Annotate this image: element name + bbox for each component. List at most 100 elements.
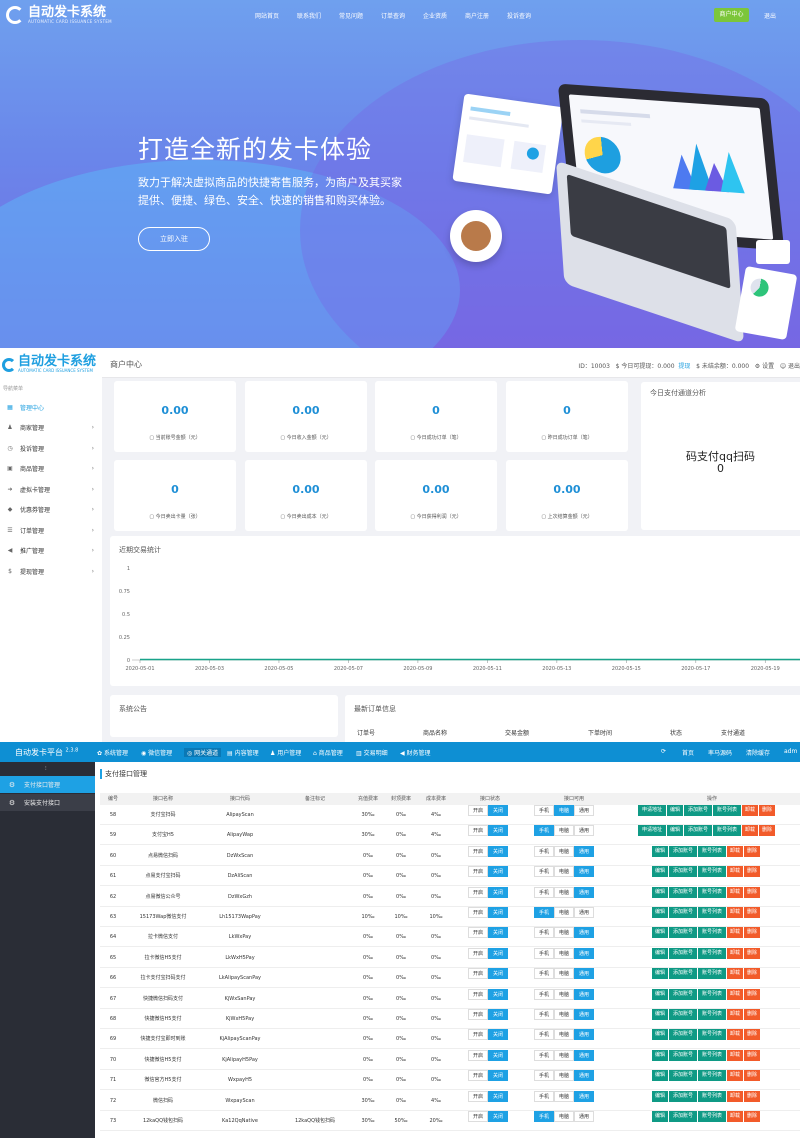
top-menu-item[interactable]: ⌂ 商品管理 <box>313 748 343 757</box>
nav-link[interactable]: 网站首页 <box>246 11 288 20</box>
uninstall-button[interactable]: 卸载 <box>742 805 758 816</box>
enable-button[interactable]: 开启 <box>468 845 488 857</box>
top-menu-item[interactable]: ◀ 财务管理 <box>400 748 431 757</box>
disable-button[interactable]: 关闭 <box>488 968 508 980</box>
account-list-button[interactable]: 账号列表 <box>698 927 726 939</box>
top-menu-item[interactable]: ◎ 网关通道 <box>184 748 222 757</box>
enable-button[interactable]: 开启 <box>468 1070 488 1082</box>
mobile-button[interactable]: 手机 <box>534 907 554 918</box>
add-account-button[interactable]: 添加账号 <box>669 927 697 939</box>
add-account-button[interactable]: 添加账号 <box>669 907 697 918</box>
topbar-link[interactable]: 清除缓存 <box>746 748 770 757</box>
exit-link[interactable]: ☺ 退出 <box>780 363 800 370</box>
disable-button[interactable]: 关闭 <box>488 907 508 918</box>
enable-button[interactable]: 开启 <box>468 866 488 878</box>
enable-button[interactable]: 开启 <box>468 1090 488 1102</box>
universal-button[interactable]: 通用 <box>574 1070 594 1082</box>
edit-button[interactable]: 编辑 <box>652 845 668 857</box>
pc-button[interactable]: 电脑 <box>554 1090 574 1102</box>
add-account-button[interactable]: 添加账号 <box>684 825 712 837</box>
uninstall-button[interactable]: 卸载 <box>727 1070 743 1082</box>
pc-button[interactable]: 电脑 <box>554 947 574 959</box>
add-account-button[interactable]: 添加账号 <box>669 866 697 878</box>
edit-button[interactable]: 编辑 <box>652 1111 668 1122</box>
delete-button[interactable]: 删除 <box>744 907 760 918</box>
delete-button[interactable]: 删除 <box>744 1111 760 1122</box>
add-account-button[interactable]: 添加账号 <box>669 1049 697 1061</box>
uninstall-button[interactable]: 卸载 <box>727 1090 743 1102</box>
uninstall-button[interactable]: 卸载 <box>727 1009 743 1020</box>
mobile-button[interactable]: 手机 <box>534 1111 554 1122</box>
delete-button[interactable]: 删除 <box>744 988 760 1000</box>
mobile-button[interactable]: 手机 <box>534 988 554 1000</box>
uninstall-button[interactable]: 卸载 <box>727 968 743 980</box>
nav-link[interactable]: 订单查询 <box>372 11 414 20</box>
pc-button[interactable]: 电脑 <box>554 968 574 980</box>
disable-button[interactable]: 关闭 <box>488 947 508 959</box>
edit-button[interactable]: 编辑 <box>667 805 683 816</box>
edit-button[interactable]: 编辑 <box>652 927 668 939</box>
delete-button[interactable]: 删除 <box>744 1090 760 1102</box>
top-menu-item[interactable]: ◉ 微信管理 <box>141 748 172 757</box>
sidebar-item[interactable]: ◆ 优惠券管理 › <box>0 500 102 520</box>
disable-button[interactable]: 关闭 <box>488 1111 508 1122</box>
disable-button[interactable]: 关闭 <box>488 1049 508 1061</box>
apply-address-button[interactable]: 申请地址 <box>638 805 666 816</box>
top-menu-item[interactable]: ✿ 系统管理 <box>97 748 128 757</box>
edit-button[interactable]: 编辑 <box>652 886 668 898</box>
sidebar-item[interactable]: ◷ 投诉管理 › <box>0 438 102 458</box>
account-list-button[interactable]: 账号列表 <box>713 825 741 837</box>
universal-button[interactable]: 通用 <box>574 907 594 918</box>
mobile-button[interactable]: 手机 <box>534 947 554 959</box>
disable-button[interactable]: 关闭 <box>488 866 508 878</box>
merchant-center-button[interactable]: 商户中心 <box>714 8 749 22</box>
edit-button[interactable]: 编辑 <box>652 988 668 1000</box>
uninstall-button[interactable]: 卸载 <box>742 825 758 837</box>
top-menu-item[interactable]: ▤ 内容管理 <box>227 748 259 757</box>
account-list-button[interactable]: 账号列表 <box>713 805 741 816</box>
enable-button[interactable]: 开启 <box>468 1111 488 1122</box>
universal-button[interactable]: 通用 <box>574 1090 594 1102</box>
edit-button[interactable]: 编辑 <box>652 1070 668 1082</box>
add-account-button[interactable]: 添加账号 <box>669 947 697 959</box>
mobile-button[interactable]: 手机 <box>534 1029 554 1041</box>
pc-button[interactable]: 电脑 <box>554 886 574 898</box>
join-button[interactable]: 立即入驻 <box>138 227 210 251</box>
delete-button[interactable]: 删除 <box>759 805 775 816</box>
uninstall-button[interactable]: 卸载 <box>727 1029 743 1041</box>
admin-sidebar-item[interactable]: ⚙ 支付接口管理 <box>0 776 95 793</box>
delete-button[interactable]: 删除 <box>744 927 760 939</box>
delete-button[interactable]: 删除 <box>744 1070 760 1082</box>
universal-button[interactable]: 通用 <box>574 845 594 857</box>
add-account-button[interactable]: 添加账号 <box>669 1070 697 1082</box>
top-menu-item[interactable]: ♟ 用户管理 <box>270 748 301 757</box>
pc-button[interactable]: 电脑 <box>554 866 574 878</box>
sidebar-item[interactable]: ♟ 商家管理 › <box>0 418 102 438</box>
pc-button[interactable]: 电脑 <box>554 1009 574 1020</box>
edit-button[interactable]: 编辑 <box>652 947 668 959</box>
universal-button[interactable]: 通用 <box>574 1049 594 1061</box>
uninstall-button[interactable]: 卸载 <box>727 1111 743 1122</box>
sidebar-item[interactable]: ▣ 商品管理 › <box>0 459 102 479</box>
delete-button[interactable]: 删除 <box>744 1029 760 1041</box>
account-list-button[interactable]: 账号列表 <box>698 1111 726 1122</box>
edit-button[interactable]: 编辑 <box>652 968 668 980</box>
edit-button[interactable]: 编辑 <box>667 825 683 837</box>
nav-link[interactable]: 商户注册 <box>456 11 498 20</box>
account-list-button[interactable]: 账号列表 <box>698 1009 726 1020</box>
universal-button[interactable]: 通用 <box>574 1111 594 1122</box>
disable-button[interactable]: 关闭 <box>488 845 508 857</box>
delete-button[interactable]: 删除 <box>744 886 760 898</box>
mobile-button[interactable]: 手机 <box>534 866 554 878</box>
mobile-button[interactable]: 手机 <box>534 968 554 980</box>
edit-button[interactable]: 编辑 <box>652 1090 668 1102</box>
enable-button[interactable]: 开启 <box>468 988 488 1000</box>
account-list-button[interactable]: 账号列表 <box>698 1029 726 1041</box>
uninstall-button[interactable]: 卸载 <box>727 907 743 918</box>
merchant-logo[interactable]: 自动发卡系统 AUTOMATIC CARD ISSUANCE SYSTEM <box>2 355 96 373</box>
pc-button[interactable]: 电脑 <box>554 1029 574 1041</box>
account-list-button[interactable]: 账号列表 <box>698 1070 726 1082</box>
enable-button[interactable]: 开启 <box>468 1049 488 1061</box>
add-account-button[interactable]: 添加账号 <box>684 805 712 816</box>
top-menu-item[interactable]: ▥ 交易明细 <box>356 748 388 757</box>
